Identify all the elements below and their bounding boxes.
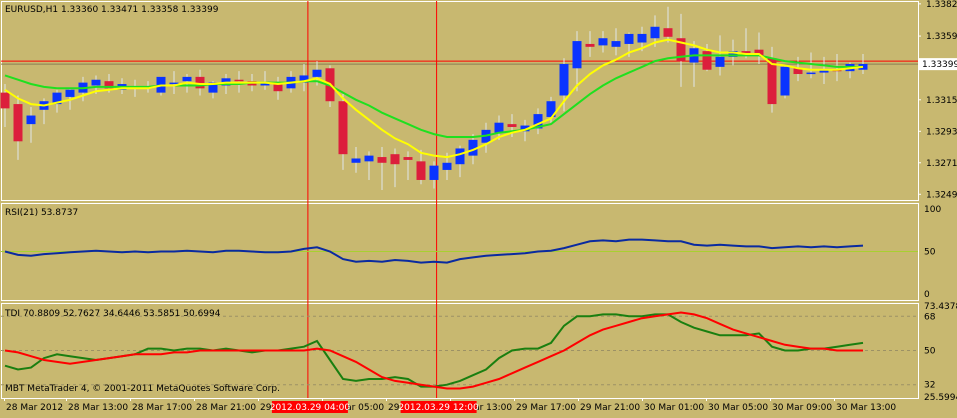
candle-body (715, 56, 725, 67)
candle-body (624, 33, 634, 44)
rsi-axis-tick-label: 50 (924, 248, 936, 258)
chart-window: 1.33820 1.33595 1.33150 1.32930 1.32710 1.324… (0, 0, 957, 414)
tdi-axis-tick-label: 32 (924, 381, 935, 391)
current-price-tag-label: 1.33399 (922, 60, 957, 70)
candle-body (806, 72, 816, 75)
candle-body (572, 41, 582, 69)
candle-body (416, 161, 426, 180)
time-axis-label: 30 Mar 13:00 (836, 403, 896, 413)
time-axis-label: 28 Mar 2012 (6, 403, 63, 413)
candle-body (13, 104, 23, 142)
rsi-axis-tick-label: 100 (924, 205, 941, 215)
rsi-axis-tick-label: 0 (924, 290, 930, 300)
rsi-title: RSI(21) 53.8737 (5, 208, 78, 218)
time-axis-label: 28 Mar 13:00 (68, 403, 128, 413)
price-chart-title: EURUSD,H1 1.33360 1.33471 1.33358 1.3339… (5, 5, 219, 15)
candle-body (26, 115, 36, 125)
price-axis-tick-label: 1.32710 (926, 159, 957, 169)
candle-body (312, 69, 322, 77)
candle-body (780, 66, 790, 96)
tdi-axis-tick-label: 68 (924, 312, 936, 322)
price-axis-tick-label: 1.33150 (926, 96, 957, 106)
tdi-axis-tick-label: 50 (924, 347, 936, 357)
candle[interactable] (780, 65, 790, 99)
time-marker-tag-label: 2012.03.29 04:00 (270, 403, 351, 413)
candle-body (273, 84, 283, 92)
candle-body (442, 162, 452, 170)
candle-body (429, 165, 439, 180)
candle-body (611, 41, 621, 47)
chart-background (0, 0, 957, 414)
candle-body (663, 28, 673, 37)
tdi-axis-tick-label: 25.5994 (924, 393, 957, 403)
tdi-axis-tick-label: 73.4378 (924, 302, 957, 312)
time-axis-label: 30 Mar 09:00 (772, 403, 832, 413)
time-axis-label: 29 Mar 21:00 (580, 403, 640, 413)
candle-body (403, 157, 413, 160)
price-axis-tick-label: 1.33595 (926, 32, 957, 42)
candle-body (377, 157, 387, 163)
candle-body (559, 63, 569, 96)
time-axis-label: 28 Mar 17:00 (132, 403, 192, 413)
time-axis-label: 30 Mar 01:00 (644, 403, 704, 413)
candle-body (507, 124, 517, 127)
candle-body (91, 79, 101, 86)
candle-body (702, 51, 712, 70)
trading-chart-svg[interactable]: 1.33820 1.33595 1.33150 1.32930 1.32710 1.324… (0, 0, 957, 414)
candle-body (195, 76, 205, 89)
copyright-label: MBT MetaTrader 4, © 2001-2011 MetaQuotes… (5, 384, 280, 394)
candle-body (338, 101, 348, 155)
time-axis-label: 29 Mar 17:00 (516, 403, 576, 413)
candle-body (364, 155, 374, 162)
time-axis-label: 30 Mar 05:00 (708, 403, 768, 413)
candle-body (65, 89, 75, 97)
candle-body (598, 38, 608, 46)
candle-body (455, 148, 465, 165)
candle-body (234, 79, 244, 82)
price-axis-tick-label: 1.32490 (926, 190, 957, 200)
time-marker-tag-label: 2012.03.29 12:00 (398, 403, 479, 413)
time-axis-label: 28 Mar 21:00 (196, 403, 256, 413)
candle-body (494, 122, 504, 133)
candle-body (585, 43, 595, 47)
candle-body (0, 92, 10, 109)
candle-body (650, 26, 660, 39)
candle-body (182, 76, 192, 82)
price-axis-tick-label: 1.32930 (926, 127, 957, 137)
candle-body (351, 158, 361, 163)
candle-body (637, 33, 647, 43)
candle-body (390, 154, 400, 165)
price-axis-tick-label: 1.33820 (926, 0, 957, 10)
tdi-title: TDI 70.8809 52.7627 34.6446 53.5851 50.6… (4, 309, 221, 319)
